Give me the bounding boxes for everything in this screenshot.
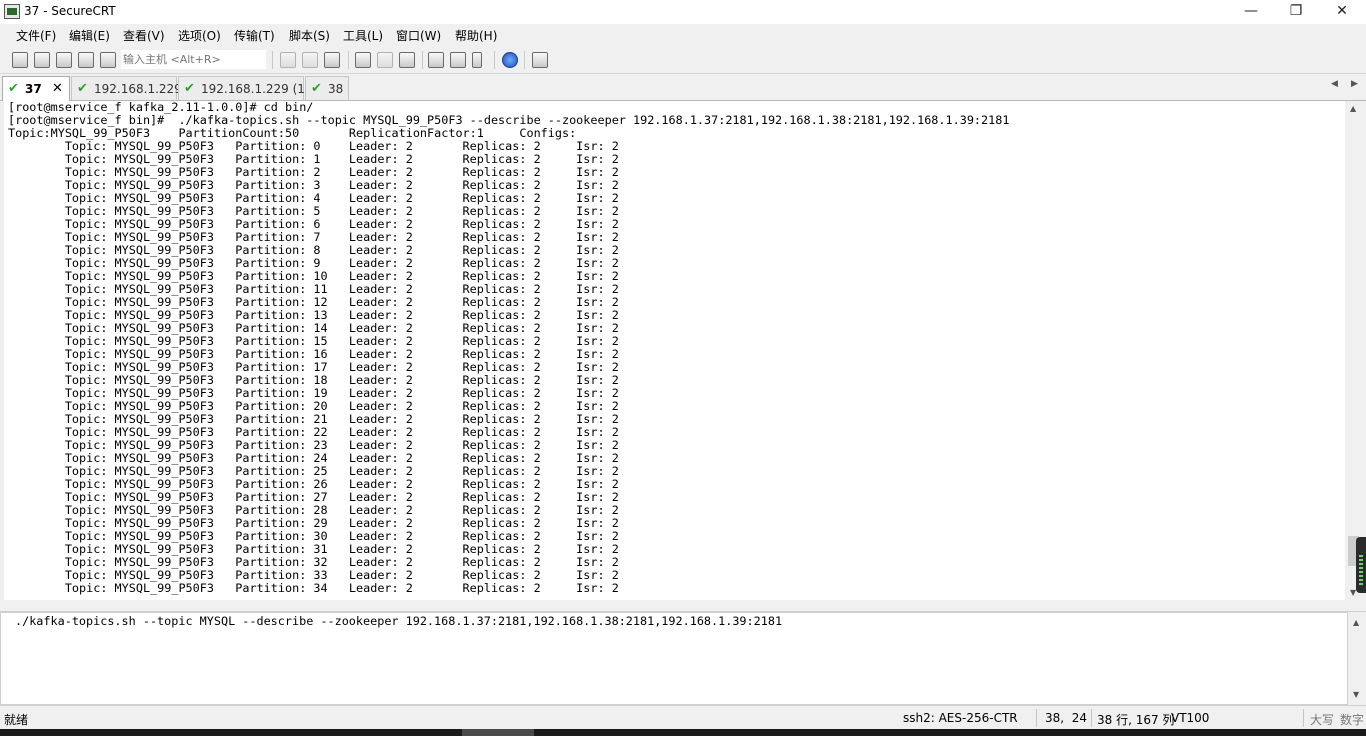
connect-icon[interactable] bbox=[12, 52, 28, 68]
taskbar-highlight bbox=[462, 729, 534, 736]
tab-37[interactable]: ✔ 37 ✕ bbox=[2, 76, 70, 101]
menu-transfer[interactable]: 传输(T) bbox=[234, 27, 275, 44]
tab-label: 192.168.1.229 bbox=[94, 82, 182, 96]
terminal-line: Topic: MYSQL_99_P50F3 Partition: 34 Lead… bbox=[8, 581, 619, 595]
close-window-button[interactable]: ✕ bbox=[1319, 0, 1365, 24]
scroll-up-icon[interactable]: ▲ bbox=[1353, 618, 1359, 627]
command-window[interactable]: ./kafka-topics.sh --topic MYSQL --descri… bbox=[0, 612, 1348, 705]
session-options-icon[interactable] bbox=[428, 52, 444, 68]
sftp-icon[interactable] bbox=[532, 52, 548, 68]
securecrt-app-icon bbox=[4, 4, 20, 19]
print-screen-icon[interactable] bbox=[399, 52, 415, 68]
window-title: 37 - SecureCRT bbox=[24, 4, 116, 18]
tab-label: 37 bbox=[25, 82, 42, 96]
print-icon[interactable] bbox=[377, 52, 393, 68]
status-bar: 就绪 ssh2: AES-256-CTR 38, 24 38 行, 167 列 … bbox=[0, 705, 1366, 729]
taskbar-edge bbox=[0, 729, 1366, 736]
connected-check-icon: ✔ bbox=[311, 81, 322, 96]
scroll-up-icon[interactable]: ▲ bbox=[1350, 104, 1356, 113]
command-window-splitter[interactable] bbox=[0, 600, 1366, 612]
menu-script[interactable]: 脚本(S) bbox=[289, 27, 330, 44]
tab-38[interactable]: ✔ 38 bbox=[305, 76, 349, 100]
status-separator bbox=[1091, 709, 1092, 727]
terminal-scrollbar[interactable]: ▲ ▼ bbox=[1346, 101, 1362, 600]
help-icon[interactable] bbox=[502, 52, 518, 68]
status-terminal-type: VT100 bbox=[1171, 711, 1210, 725]
toolbar-separator bbox=[272, 51, 273, 69]
terminal-output[interactable]: [root@mservice_f kafka_2.11-1.0.0]# cd b… bbox=[4, 101, 1345, 600]
menu-window[interactable]: 窗口(W) bbox=[396, 27, 441, 44]
maximize-button[interactable]: ❐ bbox=[1273, 0, 1319, 24]
tab-label: 38 bbox=[328, 82, 344, 96]
minimize-button[interactable]: — bbox=[1228, 0, 1274, 24]
copy-icon[interactable] bbox=[280, 52, 296, 68]
status-protocol: ssh2: AES-256-CTR bbox=[903, 711, 1018, 725]
session-tab-bar: ✔ 37 ✕ ✔ 192.168.1.229 ✔ 192.168.1.229 (… bbox=[0, 74, 1366, 101]
status-separator bbox=[1036, 709, 1037, 727]
connected-check-icon: ✔ bbox=[8, 81, 19, 96]
side-widget-icon[interactable] bbox=[1356, 537, 1366, 593]
status-separator bbox=[1303, 709, 1304, 727]
menu-view[interactable]: 查看(V) bbox=[123, 27, 165, 44]
menu-tools[interactable]: 工具(L) bbox=[343, 27, 383, 44]
toolbar-separator bbox=[494, 51, 495, 69]
tab-scroll-left-icon[interactable]: ◀ bbox=[1331, 79, 1338, 89]
menu-file[interactable]: 文件(F) bbox=[16, 27, 56, 44]
tab-192-168-1-229[interactable]: ✔ 192.168.1.229 bbox=[71, 76, 182, 100]
menu-options[interactable]: 选项(O) bbox=[178, 27, 221, 44]
tab-scroll-right-icon[interactable]: ▶ bbox=[1351, 79, 1358, 89]
toolbar-separator bbox=[422, 51, 423, 69]
close-tab-icon[interactable]: ✕ bbox=[52, 81, 63, 96]
quick-connect-host-input[interactable] bbox=[121, 50, 266, 69]
connect-tab-icon[interactable] bbox=[56, 52, 72, 68]
scroll-down-icon[interactable]: ▼ bbox=[1353, 690, 1359, 699]
toolbar-separator bbox=[524, 51, 525, 69]
quick-connect-icon[interactable] bbox=[34, 52, 50, 68]
menu-edit[interactable]: 编辑(E) bbox=[69, 27, 110, 44]
paste-icon[interactable] bbox=[302, 52, 318, 68]
toolbar-separator bbox=[348, 51, 349, 69]
reconnect-icon[interactable] bbox=[78, 52, 94, 68]
status-cursor: 38, 24 bbox=[1045, 711, 1087, 725]
status-caps: 大写 bbox=[1310, 713, 1335, 727]
command-input[interactable]: ./kafka-topics.sh --topic MYSQL --descri… bbox=[15, 614, 782, 628]
print-setup-icon[interactable] bbox=[355, 52, 371, 68]
find-icon[interactable] bbox=[324, 52, 340, 68]
title-bar: 37 - SecureCRT — ❐ ✕ bbox=[0, 0, 1366, 24]
connected-check-icon: ✔ bbox=[77, 81, 88, 96]
menu-help[interactable]: 帮助(H) bbox=[455, 27, 497, 44]
keymap-icon[interactable] bbox=[472, 52, 482, 68]
status-position: 38 行, 167 列 bbox=[1097, 713, 1175, 727]
global-options-icon[interactable] bbox=[450, 52, 466, 68]
status-num: 数字 bbox=[1340, 713, 1365, 727]
command-window-scrollbar[interactable]: ▲ ▼ bbox=[1348, 612, 1366, 705]
menu-bar: 文件(F) 编辑(E) 查看(V) 选项(O) 传输(T) 脚本(S) 工具(L… bbox=[0, 24, 1366, 46]
status-ready: 就绪 bbox=[4, 713, 29, 727]
disconnect-icon[interactable] bbox=[100, 52, 116, 68]
tab-label: 192.168.1.229 (1) bbox=[201, 82, 310, 96]
connected-check-icon: ✔ bbox=[184, 81, 195, 96]
tab-192-168-1-229-1[interactable]: ✔ 192.168.1.229 (1) bbox=[178, 76, 310, 100]
